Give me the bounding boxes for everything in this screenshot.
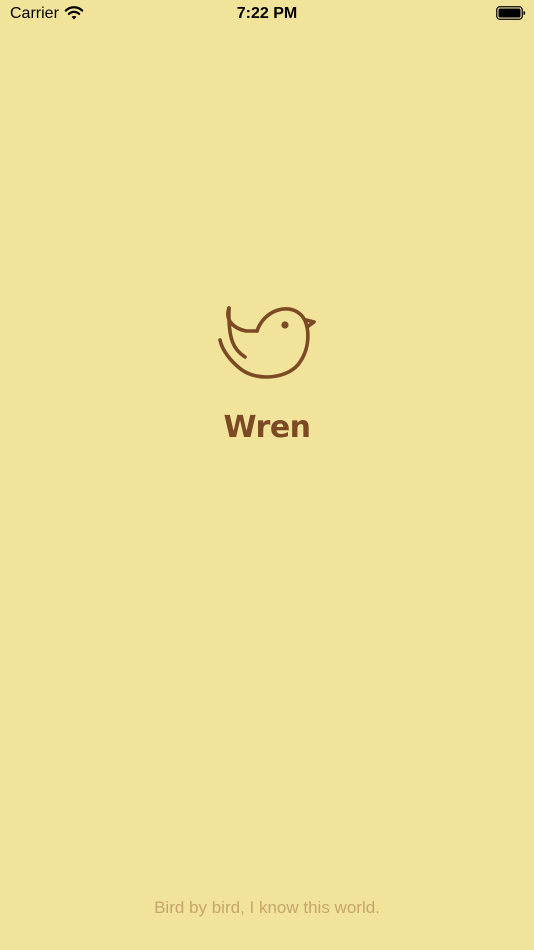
status-bar: Carrier 7:22 PM [0,0,534,28]
status-time: 7:22 PM [236,5,298,22]
tagline: Bird by bird, I know this world. [154,898,380,917]
battery-icon [496,6,526,20]
bird-eye [281,321,289,329]
app-name: Wren [223,410,311,445]
bird-logo-icon [218,306,316,379]
